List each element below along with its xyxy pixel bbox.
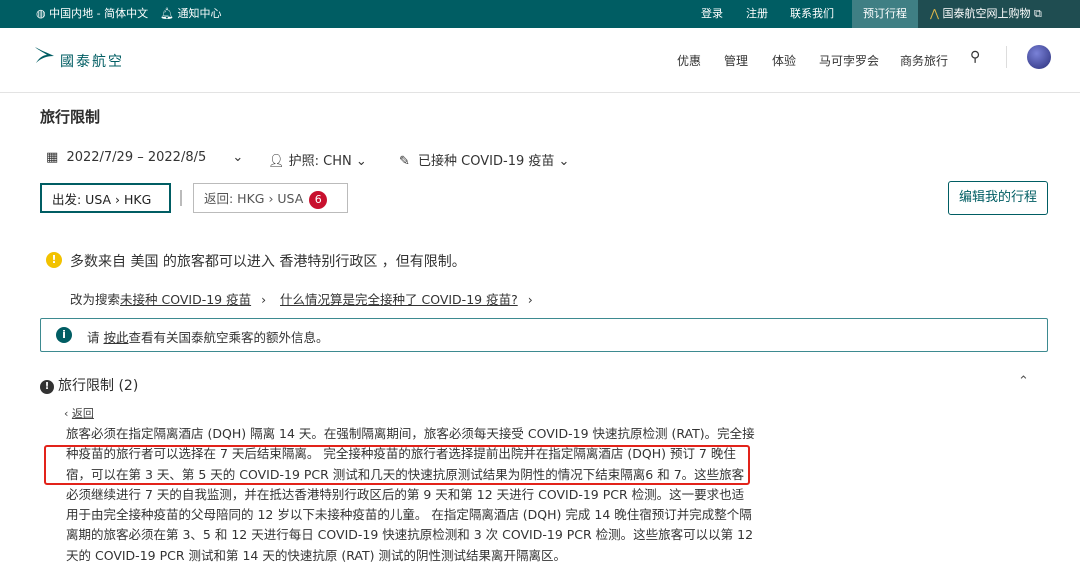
back-label: 返回 bbox=[71, 407, 94, 420]
outbound-chip[interactable]: 出发: USA › HKG bbox=[40, 183, 171, 213]
highlight-annotation-box bbox=[44, 445, 750, 485]
search-unvaccinated: 改为搜索未接种 COVID-19 疫苗 › bbox=[70, 289, 266, 308]
chevron-down-icon: ⌄ bbox=[355, 154, 367, 169]
info-text: 请 按此查看有关国泰航空乘客的额外信息。 bbox=[87, 327, 329, 346]
vaccination-label: 已接种 COVID-19 疫苗 bbox=[418, 154, 555, 169]
alert-icon: ! bbox=[40, 380, 54, 394]
search-prefix: 改为搜索 bbox=[70, 292, 121, 307]
nav-offers[interactable]: 优惠 bbox=[677, 52, 701, 69]
unvaccinated-link[interactable]: 未接种 COVID-19 疫苗 bbox=[120, 292, 251, 307]
notification-label: 通知中心 bbox=[177, 7, 222, 20]
passport-label: 护照: CHN bbox=[288, 154, 352, 169]
contact-link[interactable]: 联系我们 bbox=[790, 0, 834, 28]
date-filter[interactable]: ▦ 2022/7/29 – 2022/8/5 ⌄ bbox=[46, 150, 243, 165]
region-selector[interactable]: ◍ 中国内地 - 简体中文 bbox=[36, 0, 148, 28]
shop-label: 国泰航空网上购物 bbox=[942, 7, 1031, 20]
nav-business-travel[interactable]: 商务旅行 bbox=[900, 52, 948, 69]
date-range: 2022/7/29 – 2022/8/5 bbox=[66, 150, 207, 165]
main-nav: 國泰航空 优惠 管理 体验 马可孛罗会 商务旅行 ⚲ bbox=[0, 28, 1080, 93]
vaccination-filter[interactable]: ✎ 已接种 COVID-19 疫苗 ⌄ bbox=[399, 150, 569, 169]
search-icon[interactable]: ⚲ bbox=[970, 49, 980, 65]
external-link-icon: ⧉ bbox=[1034, 7, 1042, 20]
online-shop-link[interactable]: ⋀ 国泰航空网上购物 ⧉ bbox=[918, 0, 1080, 28]
notification-center-link[interactable]: 🔔︎ 通知中心 bbox=[160, 0, 221, 28]
brushwing-icon bbox=[35, 47, 54, 63]
restrictions-section-header[interactable]: ! 旅行限制 (2) bbox=[40, 375, 138, 395]
chevron-down-icon: ⌄ bbox=[232, 150, 244, 165]
user-avatar[interactable] bbox=[1027, 45, 1051, 69]
chevron-right-icon: › bbox=[261, 292, 267, 307]
click-here-link[interactable]: 按此 bbox=[103, 330, 128, 345]
info-icon: i bbox=[56, 327, 72, 343]
nav-manage[interactable]: 管理 bbox=[724, 52, 748, 69]
bell-icon: 🔔︎ bbox=[160, 7, 174, 20]
page-title: 旅行限制 bbox=[40, 108, 101, 126]
person-icon: 👤︎ bbox=[268, 154, 285, 169]
info-banner: i 请 按此查看有关国泰航空乘客的额外信息。 bbox=[40, 318, 1048, 352]
restriction-count-badge: 6 bbox=[309, 191, 328, 209]
return-label: 返回: HKG › USA bbox=[204, 191, 304, 206]
return-chip[interactable]: 返回: HKG › USA 6 bbox=[193, 183, 348, 213]
globe-icon: ◍ bbox=[36, 7, 46, 20]
info-suffix: 查看有关国泰航空乘客的额外信息。 bbox=[128, 330, 329, 345]
chip-divider bbox=[180, 190, 182, 206]
entry-summary: 多数来自 美国 的旅客都可以进入 香港特别行政区 ，但有限制。 bbox=[70, 254, 466, 270]
passport-filter[interactable]: 👤︎ 护照: CHN ⌄ bbox=[268, 150, 367, 169]
login-link[interactable]: 登录 bbox=[701, 0, 723, 28]
edit-itinerary-button[interactable]: 编辑我的行程 bbox=[948, 181, 1048, 215]
utility-bar: ◍ 中国内地 - 简体中文 🔔︎ 通知中心 登录 注册 联系我们 预订行程 ⋀ … bbox=[0, 0, 1080, 28]
back-link[interactable]: ‹ 返回 bbox=[64, 405, 94, 421]
calendar-icon: ▦ bbox=[46, 150, 59, 165]
chevron-up-icon[interactable]: ⌃ bbox=[1018, 374, 1029, 389]
book-trip-button[interactable]: 预订行程 bbox=[852, 0, 918, 28]
fully-vaccinated-link[interactable]: 什么情况算是完全接种了 COVID-19 疫苗? bbox=[280, 292, 518, 307]
section-title: 旅行限制 (2) bbox=[58, 378, 139, 394]
info-prefix: 请 bbox=[87, 330, 104, 345]
chevron-down-icon: ⌄ bbox=[558, 154, 570, 169]
warning-icon: ! bbox=[46, 252, 62, 268]
nav-divider bbox=[1006, 46, 1007, 68]
logo-text: 國泰航空 bbox=[60, 54, 124, 70]
register-link[interactable]: 注册 bbox=[746, 0, 768, 28]
nav-marco-polo[interactable]: 马可孛罗会 bbox=[819, 52, 879, 69]
chevron-left-icon: ‹ bbox=[64, 407, 69, 420]
syringe-icon: ✎ bbox=[399, 154, 410, 169]
shop-logo-icon: ⋀ bbox=[930, 7, 940, 20]
chevron-right-icon: › bbox=[527, 292, 533, 307]
region-label: 中国内地 - 简体中文 bbox=[49, 7, 149, 20]
nav-experience[interactable]: 体验 bbox=[772, 52, 796, 69]
fully-vaccinated-info: 什么情况算是完全接种了 COVID-19 疫苗? › bbox=[280, 289, 533, 308]
